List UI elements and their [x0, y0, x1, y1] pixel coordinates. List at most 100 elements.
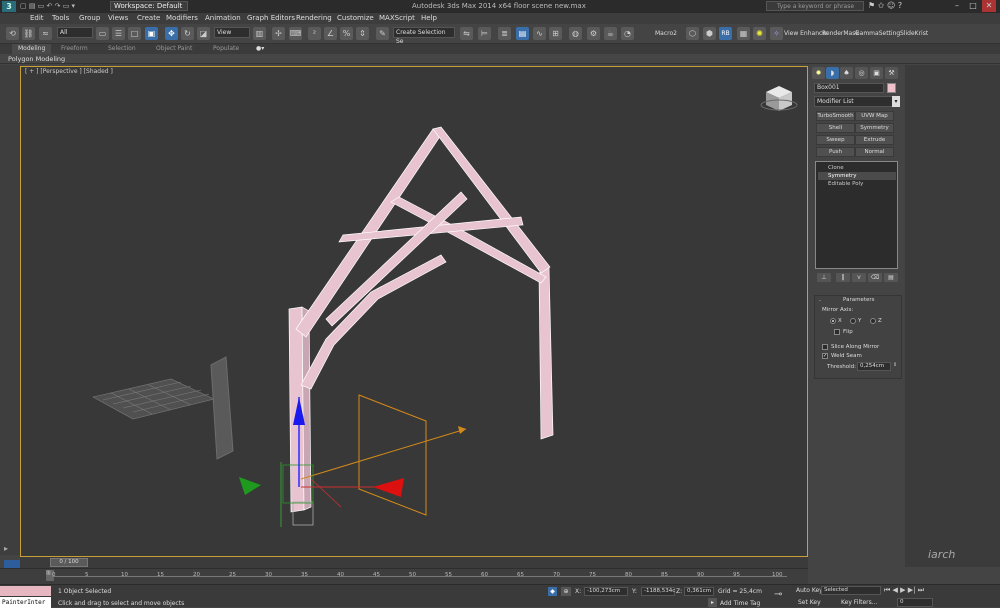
tab-selection[interactable]: Selection	[102, 44, 142, 54]
axis-x-radio[interactable]	[830, 318, 836, 324]
show-end-result-icon[interactable]: ‖	[836, 273, 850, 282]
utilities-tab-icon[interactable]: ⚒	[885, 67, 898, 79]
selection-filter-dropdown[interactable]: All	[57, 27, 93, 38]
close-icon[interactable]: ✕	[982, 0, 996, 12]
help-icons[interactable]: ⚑ ✩ ☺ ?	[868, 1, 902, 10]
expand-arrow-icon[interactable]: ▸	[4, 544, 8, 553]
add-time-tag-button[interactable]: Add Time Tag	[720, 600, 760, 607]
normal-button[interactable]: Normal	[855, 147, 894, 157]
render-setup-icon[interactable]: ⚙	[587, 27, 600, 40]
menu-rendering[interactable]: Rendering	[296, 13, 332, 24]
lock-selection-icon[interactable]: ◆	[548, 587, 557, 596]
turbosmooth-button[interactable]: TurboSmooth	[816, 111, 855, 121]
material-editor-icon[interactable]: ◍	[569, 27, 582, 40]
maxscript-listener-top[interactable]	[0, 586, 51, 596]
current-frame-field[interactable]: 0	[897, 598, 933, 607]
snaps-toggle-icon[interactable]: ²	[308, 27, 321, 40]
reference-coordinate-dropdown[interactable]: View	[214, 27, 250, 38]
parameters-title[interactable]: Parameters	[843, 297, 874, 303]
slice-checkbox[interactable]	[822, 344, 828, 350]
maximize-icon[interactable]: □	[966, 0, 980, 12]
stack-item-clone[interactable]: Clone	[818, 164, 896, 172]
create-tab-icon[interactable]: ✹	[812, 67, 825, 79]
curve-editor-icon[interactable]: ∿	[533, 27, 546, 40]
weld-seam-checkbox[interactable]: ✓	[822, 353, 828, 359]
app-logo[interactable]: 3	[2, 1, 16, 12]
gamma-setting-button[interactable]: GammaSetting	[855, 30, 900, 37]
modifier-list-dropdown[interactable]: Modifier List	[814, 96, 900, 107]
view-enhancer-icon[interactable]: ✧	[770, 27, 783, 40]
menu-modifiers[interactable]: Modifiers	[166, 13, 198, 24]
threshold-spinner[interactable]: 0,254cm	[857, 362, 891, 371]
menu-customize[interactable]: Customize	[337, 13, 374, 24]
time-tag-icon[interactable]: ▸	[708, 598, 717, 607]
shell-button[interactable]: Shell	[816, 123, 855, 133]
macro2-button[interactable]: Macro2	[655, 30, 677, 37]
align-icon[interactable]: ⊨	[478, 27, 491, 40]
macro-tool-icon[interactable]: ⬡	[686, 27, 699, 40]
motion-tab-icon[interactable]: ◎	[855, 67, 868, 79]
grid-tool-icon[interactable]: ▦	[737, 27, 750, 40]
named-selection-dropdown[interactable]: Create Selection Se	[393, 27, 455, 45]
polygon-modeling-panel[interactable]: Polygon Modeling	[0, 54, 1000, 64]
object-name-field[interactable]: Box001	[814, 83, 884, 93]
ribbon-options-icon[interactable]: ●▾	[250, 44, 270, 54]
minimize-icon[interactable]: –	[950, 0, 964, 12]
menu-help[interactable]: Help	[421, 13, 437, 24]
tab-freeform[interactable]: Freeform	[55, 44, 94, 54]
quick-access-icons[interactable]: ▢ ▤ ▭ ↶ ↷ ▭ ▾	[20, 2, 75, 10]
playback-controls-icon[interactable]: ⏮ ◀ ▶ ▶| ⏭	[884, 586, 924, 595]
push-button[interactable]: Push	[816, 147, 855, 157]
schematic-view-icon[interactable]: ⊞	[549, 27, 562, 40]
uvw-map-button[interactable]: UVW Map	[855, 111, 894, 121]
macro-tool2-icon[interactable]: ⬢	[703, 27, 716, 40]
bind-space-warp-icon[interactable]: ≈	[39, 27, 52, 40]
object-color-swatch[interactable]	[887, 83, 896, 93]
menu-edit[interactable]: Edit	[30, 13, 44, 24]
rendered-frame-icon[interactable]: ☕	[604, 27, 617, 40]
stack-item-editable-poly[interactable]: Editable Poly	[818, 180, 896, 188]
key-filters-button[interactable]: Key Filters...	[841, 599, 878, 606]
edit-named-selection-icon[interactable]: ✎	[376, 27, 389, 40]
light-tool-icon[interactable]: ✺	[753, 27, 766, 40]
x-coordinate-field[interactable]: -100,273cm	[584, 587, 628, 596]
select-object-icon[interactable]: ▭	[96, 27, 109, 40]
search-input[interactable]: Type a keyword or phrase	[766, 1, 864, 11]
select-scale-icon[interactable]: ◪	[197, 27, 210, 40]
scene-explorer-icon[interactable]: ▤	[516, 27, 529, 40]
mirror-icon[interactable]: ⇋	[460, 27, 473, 40]
select-rotate-icon[interactable]: ↻	[181, 27, 194, 40]
scene-canvas[interactable]	[21, 67, 809, 558]
tab-modeling[interactable]: Modeling	[12, 44, 52, 54]
track-bar[interactable]: ▥ 0 5 10 15 20 25 30 35 40 45 50 55 60 6…	[0, 568, 808, 584]
key-mode-dropdown[interactable]: Selected	[821, 586, 881, 595]
remove-modifier-icon[interactable]: ⌫	[868, 273, 882, 282]
select-move-icon[interactable]: ✥	[165, 27, 178, 40]
axis-y-radio[interactable]	[850, 318, 856, 324]
flip-checkbox[interactable]	[834, 329, 840, 335]
window-crossing-icon[interactable]: ▣	[145, 27, 158, 40]
make-unique-icon[interactable]: ⋎	[852, 273, 866, 282]
maxscript-mini-listener[interactable]: PainterInter	[0, 597, 51, 608]
undo-icon[interactable]: ⟲	[6, 27, 19, 40]
tab-object-paint[interactable]: Object Paint	[150, 44, 198, 54]
menu-views[interactable]: Views	[108, 13, 128, 24]
link-icon[interactable]: ⛓	[22, 27, 35, 40]
slide-krist-button[interactable]: SlideKrist	[900, 30, 928, 37]
symmetry-button[interactable]: Symmetry	[855, 123, 894, 133]
select-by-name-icon[interactable]: ☰	[112, 27, 125, 40]
time-slider[interactable]: 0 / 100	[20, 557, 808, 568]
select-manipulate-icon[interactable]: ✢	[272, 27, 285, 40]
hierarchy-tab-icon[interactable]: ♠	[840, 67, 853, 79]
rect-region-icon[interactable]: □	[128, 27, 141, 40]
percent-snap-icon[interactable]: %	[340, 27, 353, 40]
auto-key-button[interactable]: Auto Key	[796, 587, 823, 594]
extrude-button[interactable]: Extrude	[855, 135, 894, 145]
layer-manager-icon[interactable]: ≣	[498, 27, 511, 40]
set-key-button[interactable]: Set Key	[798, 599, 821, 606]
menu-graph-editors[interactable]: Graph Editors	[247, 13, 295, 24]
absolute-mode-icon[interactable]: ⊕	[561, 587, 571, 596]
menu-maxscript[interactable]: MAXScript	[379, 13, 415, 24]
pivot-center-icon[interactable]: ▥	[253, 27, 266, 40]
modifier-list-arrow-icon[interactable]: ▾	[892, 96, 900, 107]
